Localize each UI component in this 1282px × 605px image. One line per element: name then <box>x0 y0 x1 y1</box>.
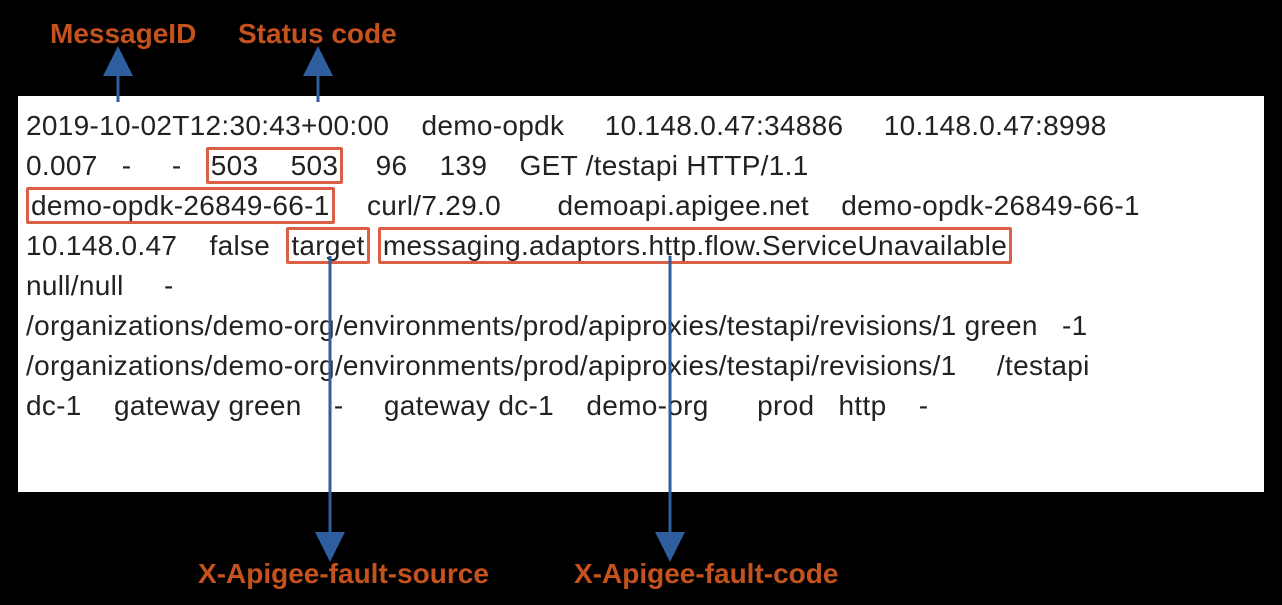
highlight-fault-source: target <box>286 227 369 264</box>
highlight-fault-code: messaging.adaptors.http.flow.ServiceUnav… <box>378 227 1012 264</box>
log-line-2a: 0.007 - - <box>26 150 206 181</box>
log-output: 2019-10-02T12:30:43+00:00 demo-opdk 10.1… <box>18 96 1264 492</box>
label-fault-code: X-Apigee-fault-code <box>574 558 838 590</box>
log-line-7: /organizations/demo-org/environments/pro… <box>26 350 1090 381</box>
diagram-canvas: MessageID Status code 2019-10-02T12:30:4… <box>0 0 1282 605</box>
label-message-id: MessageID <box>50 18 196 50</box>
highlight-status-codes: 503 503 <box>206 147 344 184</box>
log-line-4gap <box>370 230 378 261</box>
log-line-8: dc-1 gateway green - gateway dc-1 demo-o… <box>26 390 928 421</box>
log-line-2b: 96 139 GET /testapi HTTP/1.1 <box>343 150 808 181</box>
log-line-1: 2019-10-02T12:30:43+00:00 demo-opdk 10.1… <box>26 110 1107 141</box>
log-line-4a: 10.148.0.47 false <box>26 230 286 261</box>
label-status-code: Status code <box>238 18 397 50</box>
log-line-6: /organizations/demo-org/environments/pro… <box>26 310 1087 341</box>
log-line-5: null/null - <box>26 270 174 301</box>
label-fault-source: X-Apigee-fault-source <box>198 558 489 590</box>
highlight-message-id: demo-opdk-26849-66-1 <box>26 187 335 224</box>
log-line-3b: curl/7.29.0 demoapi.apigee.net demo-opdk… <box>335 190 1140 221</box>
